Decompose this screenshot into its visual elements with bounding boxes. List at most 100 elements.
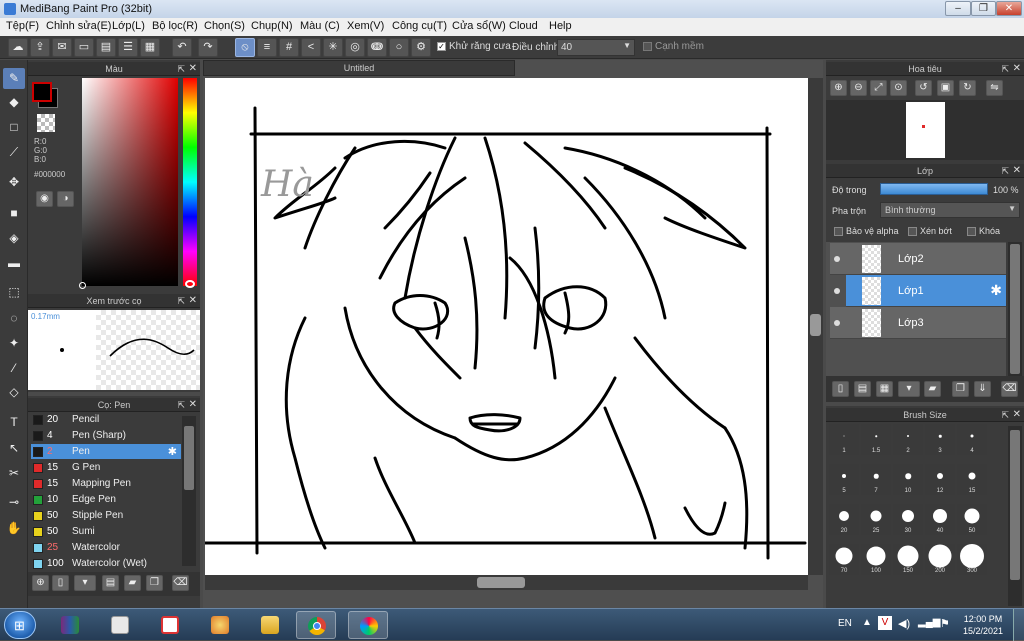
grid-icon[interactable]: ▦ bbox=[140, 38, 160, 57]
actual-size-icon[interactable]: ⊙ bbox=[890, 80, 907, 96]
popout-icon[interactable]: ⇱ bbox=[177, 62, 185, 76]
popout-icon[interactable]: ⇱ bbox=[1001, 62, 1009, 76]
brush-size-preset[interactable]: 150 bbox=[893, 544, 923, 575]
show-desktop-button[interactable] bbox=[1013, 609, 1024, 641]
hue-slider[interactable] bbox=[183, 78, 197, 288]
brush-size-preset[interactable]: 200 bbox=[925, 544, 955, 575]
taskbar-paint[interactable] bbox=[200, 611, 240, 639]
brush-size-preset[interactable]: 15 bbox=[957, 464, 987, 495]
antialias-checkbox[interactable]: ✓ bbox=[437, 41, 446, 51]
close-button[interactable]: ✕ bbox=[996, 1, 1022, 16]
soft-edge-checkbox[interactable] bbox=[643, 41, 652, 51]
brush-size-preset[interactable]: 1.5 bbox=[861, 424, 891, 455]
start-button[interactable]: ⊞ bbox=[4, 611, 36, 639]
menu-cloud[interactable]: Cloud bbox=[509, 20, 538, 32]
snap-off-icon[interactable]: ⦸ bbox=[235, 38, 255, 57]
visibility-icon[interactable] bbox=[834, 256, 840, 262]
operation-tool-icon[interactable]: ↖ bbox=[3, 438, 25, 459]
curve-snap-icon[interactable]: ↈ bbox=[367, 38, 387, 57]
action-center-icon[interactable]: ⚑ bbox=[940, 617, 950, 630]
new-brush-icon[interactable]: ▯ bbox=[52, 575, 69, 591]
menu-view[interactable]: Xem(V) bbox=[347, 20, 384, 32]
layer-menu-icon[interactable]: ▾ bbox=[898, 381, 920, 397]
brush-size-preset[interactable]: 50 bbox=[957, 504, 987, 535]
brush-size-preset[interactable]: 40 bbox=[925, 504, 955, 535]
taskbar-chrome[interactable] bbox=[296, 611, 336, 639]
volume-icon[interactable]: ◀) bbox=[898, 617, 910, 630]
new-halftone-layer-icon[interactable]: ▤ bbox=[854, 381, 871, 397]
brush-doc-icon[interactable]: ▤ bbox=[102, 575, 119, 591]
minimize-button[interactable]: – bbox=[945, 1, 971, 16]
brush-item[interactable]: 4 Pen (Sharp) bbox=[31, 428, 181, 443]
select-eraser-icon[interactable]: ◇ bbox=[3, 382, 25, 403]
brush-item[interactable]: 15 G Pen bbox=[31, 460, 181, 475]
menu-select[interactable]: Chọn(S) bbox=[204, 20, 245, 32]
brush-size-preset[interactable]: 2 bbox=[893, 424, 923, 455]
settings-snap-icon[interactable]: ⚙ bbox=[411, 38, 431, 57]
perspective-snap-icon[interactable]: < bbox=[301, 38, 321, 57]
correction-dropdown[interactable]: 40 ▼ bbox=[557, 39, 635, 56]
move-tool-icon[interactable]: ✥ bbox=[3, 172, 25, 193]
canvas-tab[interactable]: Untitled bbox=[203, 60, 515, 76]
fit-window-icon[interactable]: ⤢ bbox=[870, 80, 887, 96]
brush-size-preset[interactable]: 12 bbox=[925, 464, 955, 495]
hue-cursor[interactable] bbox=[185, 280, 195, 288]
rectangle-tool-icon[interactable]: □ bbox=[3, 117, 25, 138]
trash-icon[interactable]: ⌫ bbox=[172, 575, 189, 591]
brush-item[interactable]: 25 Watercolor bbox=[31, 540, 181, 555]
brush-item[interactable]: 2 Pen ✱ bbox=[31, 444, 181, 459]
brush-size-preset[interactable]: 25 bbox=[861, 504, 891, 535]
layer-item[interactable]: Lớp3 bbox=[830, 307, 1006, 339]
duplicate-icon[interactable]: ❐ bbox=[146, 575, 163, 591]
brush-size-preset[interactable]: 7 bbox=[861, 464, 891, 495]
close-icon[interactable]: ✕ bbox=[1013, 408, 1021, 422]
brush-size-preset[interactable]: 70 bbox=[829, 544, 859, 575]
brush-item[interactable]: 10 Edge Pen bbox=[31, 492, 181, 507]
popout-icon[interactable]: ⇱ bbox=[177, 294, 185, 308]
gear-icon[interactable]: ✱ bbox=[168, 445, 177, 458]
opacity-slider[interactable] bbox=[880, 183, 988, 195]
brush-item[interactable]: 50 Sumi bbox=[31, 524, 181, 539]
layer-item[interactable]: Lớp2 bbox=[830, 243, 1006, 275]
close-icon[interactable]: ✕ bbox=[1013, 164, 1021, 178]
vertical-scrollbar[interactable] bbox=[808, 78, 823, 575]
show-hidden-icons-icon[interactable]: ▲ bbox=[862, 617, 872, 628]
taskbar-medibang[interactable] bbox=[348, 611, 388, 639]
divide-tool-icon[interactable]: ✂ bbox=[3, 463, 25, 484]
select-tool-icon[interactable]: ⬚ bbox=[3, 282, 25, 303]
duplicate-layer-icon[interactable]: ❐ bbox=[952, 381, 969, 397]
brush-size-preset[interactable]: 100 bbox=[861, 544, 891, 575]
color-history-icon[interactable]: ◑ bbox=[57, 191, 74, 207]
vertical-scrollbar-thumb[interactable] bbox=[810, 314, 821, 336]
menu-filter[interactable]: Bộ lọc(R) bbox=[152, 20, 198, 32]
popout-icon[interactable]: ⇱ bbox=[1001, 408, 1009, 422]
brush-size-preset[interactable]: 4 bbox=[957, 424, 987, 455]
rotate-right-icon[interactable]: ↻ bbox=[959, 80, 976, 96]
horizontal-scrollbar[interactable] bbox=[205, 575, 808, 590]
taskbar-winrar[interactable] bbox=[50, 611, 90, 639]
network-icon[interactable]: ▂▄▆ bbox=[918, 617, 940, 628]
gradient-tool-icon[interactable]: ▬ bbox=[3, 253, 25, 274]
language-indicator[interactable]: EN bbox=[838, 618, 852, 629]
brush-size-preset[interactable]: 1 bbox=[829, 424, 859, 455]
brush-item[interactable]: 50 Stipple Pen bbox=[31, 508, 181, 523]
clipping-checkbox[interactable] bbox=[908, 227, 917, 237]
popout-icon[interactable]: ⇱ bbox=[177, 398, 185, 412]
visibility-icon[interactable] bbox=[834, 320, 840, 326]
line-tool-icon[interactable]: ⟋ bbox=[3, 142, 25, 163]
reset-rotation-icon[interactable]: ▣ bbox=[937, 80, 954, 96]
chat-icon[interactable]: ▭ bbox=[74, 38, 94, 57]
close-icon[interactable]: ✕ bbox=[1013, 62, 1021, 76]
menu-window[interactable]: Cửa sổ(W) bbox=[452, 20, 506, 32]
text-tool-icon[interactable]: T bbox=[3, 412, 25, 433]
select-pen-icon[interactable]: ⁄ bbox=[3, 358, 25, 379]
brush-size-preset[interactable]: 300 bbox=[957, 544, 987, 575]
fill-rect-tool-icon[interactable]: ■ bbox=[3, 203, 25, 224]
brush-size-preset[interactable]: 20 bbox=[829, 504, 859, 535]
brush-size-scrollbar[interactable] bbox=[1008, 426, 1022, 606]
scrollbar-thumb[interactable] bbox=[184, 426, 194, 490]
zoom-out-icon[interactable]: ⊖ bbox=[850, 80, 867, 96]
navigator-preview[interactable] bbox=[826, 100, 1024, 160]
menu-capture[interactable]: Chụp(N) bbox=[251, 20, 293, 32]
eyedropper-tool-icon[interactable]: ⊸ bbox=[3, 492, 25, 513]
